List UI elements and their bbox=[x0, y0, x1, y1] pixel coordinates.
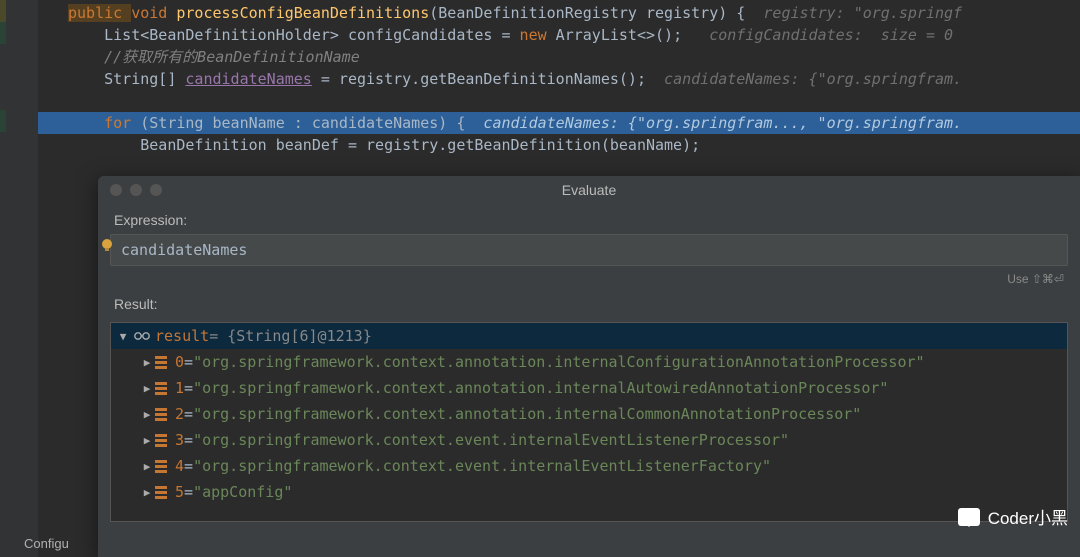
array-element-icon bbox=[155, 459, 169, 473]
item-index: 2 bbox=[175, 405, 184, 423]
result-item-row[interactable]: 0 = "org.springframework.context.annotat… bbox=[111, 349, 1067, 375]
chevron-right-icon[interactable] bbox=[141, 460, 153, 473]
bulb-icon[interactable] bbox=[100, 238, 114, 252]
array-element-icon bbox=[155, 355, 169, 369]
glasses-icon bbox=[133, 331, 151, 341]
code-editor[interactable]: public void processConfigBeanDefinitions… bbox=[38, 2, 1080, 156]
editor-gutter bbox=[0, 0, 38, 557]
result-item-row[interactable]: 1 = "org.springframework.context.annotat… bbox=[111, 375, 1067, 401]
result-item-row[interactable]: 3 = "org.springframework.context.event.i… bbox=[111, 427, 1067, 453]
item-value: "appConfig" bbox=[193, 483, 292, 501]
dialog-title: Evaluate bbox=[98, 182, 1080, 198]
chevron-right-icon[interactable] bbox=[141, 486, 153, 499]
result-item-row[interactable]: 5 = "appConfig" bbox=[111, 479, 1067, 505]
array-element-icon bbox=[155, 485, 169, 499]
array-element-icon bbox=[155, 407, 169, 421]
item-value: "org.springframework.context.event.inter… bbox=[193, 431, 789, 449]
result-item-row[interactable]: 4 = "org.springframework.context.event.i… bbox=[111, 453, 1067, 479]
result-root-row[interactable]: result = {String[6]@1213} bbox=[111, 323, 1067, 349]
code-line: List<BeanDefinitionHolder> configCandida… bbox=[38, 24, 1080, 46]
keyword-public: public bbox=[68, 4, 131, 22]
bottom-tab[interactable]: Configu bbox=[14, 530, 79, 557]
chevron-right-icon[interactable] bbox=[141, 382, 153, 395]
item-value: "org.springframework.context.event.inter… bbox=[193, 457, 771, 475]
inline-hint: registry: "org.springf bbox=[745, 4, 962, 22]
item-index: 1 bbox=[175, 379, 184, 397]
code-line-comment: //获取所有的BeanDefinitionName bbox=[38, 46, 1080, 68]
item-index: 5 bbox=[175, 483, 184, 501]
result-var-name: result bbox=[155, 327, 209, 345]
result-label: Result: bbox=[98, 288, 1080, 318]
result-type: = {String[6]@1213} bbox=[209, 327, 372, 345]
evaluate-dialog: Evaluate Expression: Use ⇧⌘⏎ Result: res… bbox=[98, 176, 1080, 557]
shortcut-hint: Use ⇧⌘⏎ bbox=[98, 266, 1080, 288]
array-element-icon bbox=[155, 381, 169, 395]
code-line: public void processConfigBeanDefinitions… bbox=[38, 2, 1080, 24]
chevron-down-icon[interactable] bbox=[117, 330, 129, 343]
chevron-right-icon[interactable] bbox=[141, 434, 153, 447]
item-value: "org.springframework.context.annotation.… bbox=[193, 405, 861, 423]
array-element-icon bbox=[155, 433, 169, 447]
method-name: processConfigBeanDefinitions bbox=[176, 4, 429, 22]
code-line: String[] candidateNames = registry.getBe… bbox=[38, 68, 1080, 90]
expression-label: Expression: bbox=[98, 204, 1080, 234]
chevron-right-icon[interactable] bbox=[141, 408, 153, 421]
watermark: Coder小黑 bbox=[958, 504, 1068, 529]
dialog-titlebar[interactable]: Evaluate bbox=[98, 176, 1080, 204]
item-value: "org.springframework.context.annotation.… bbox=[193, 353, 925, 371]
expression-input[interactable] bbox=[110, 234, 1068, 266]
item-index: 4 bbox=[175, 457, 184, 475]
item-index: 3 bbox=[175, 431, 184, 449]
chevron-right-icon[interactable] bbox=[141, 356, 153, 369]
wechat-icon bbox=[958, 508, 980, 526]
result-tree[interactable]: result = {String[6]@1213} 0 = "org.sprin… bbox=[110, 322, 1068, 522]
item-index: 0 bbox=[175, 353, 184, 371]
item-value: "org.springframework.context.annotation.… bbox=[193, 379, 888, 397]
variable-candidateNames[interactable]: candidateNames bbox=[185, 70, 311, 88]
code-line: BeanDefinition beanDef = registry.getBea… bbox=[38, 134, 1080, 156]
execution-line: for (String beanName : candidateNames) {… bbox=[38, 112, 1080, 134]
result-item-row[interactable]: 2 = "org.springframework.context.annotat… bbox=[111, 401, 1067, 427]
